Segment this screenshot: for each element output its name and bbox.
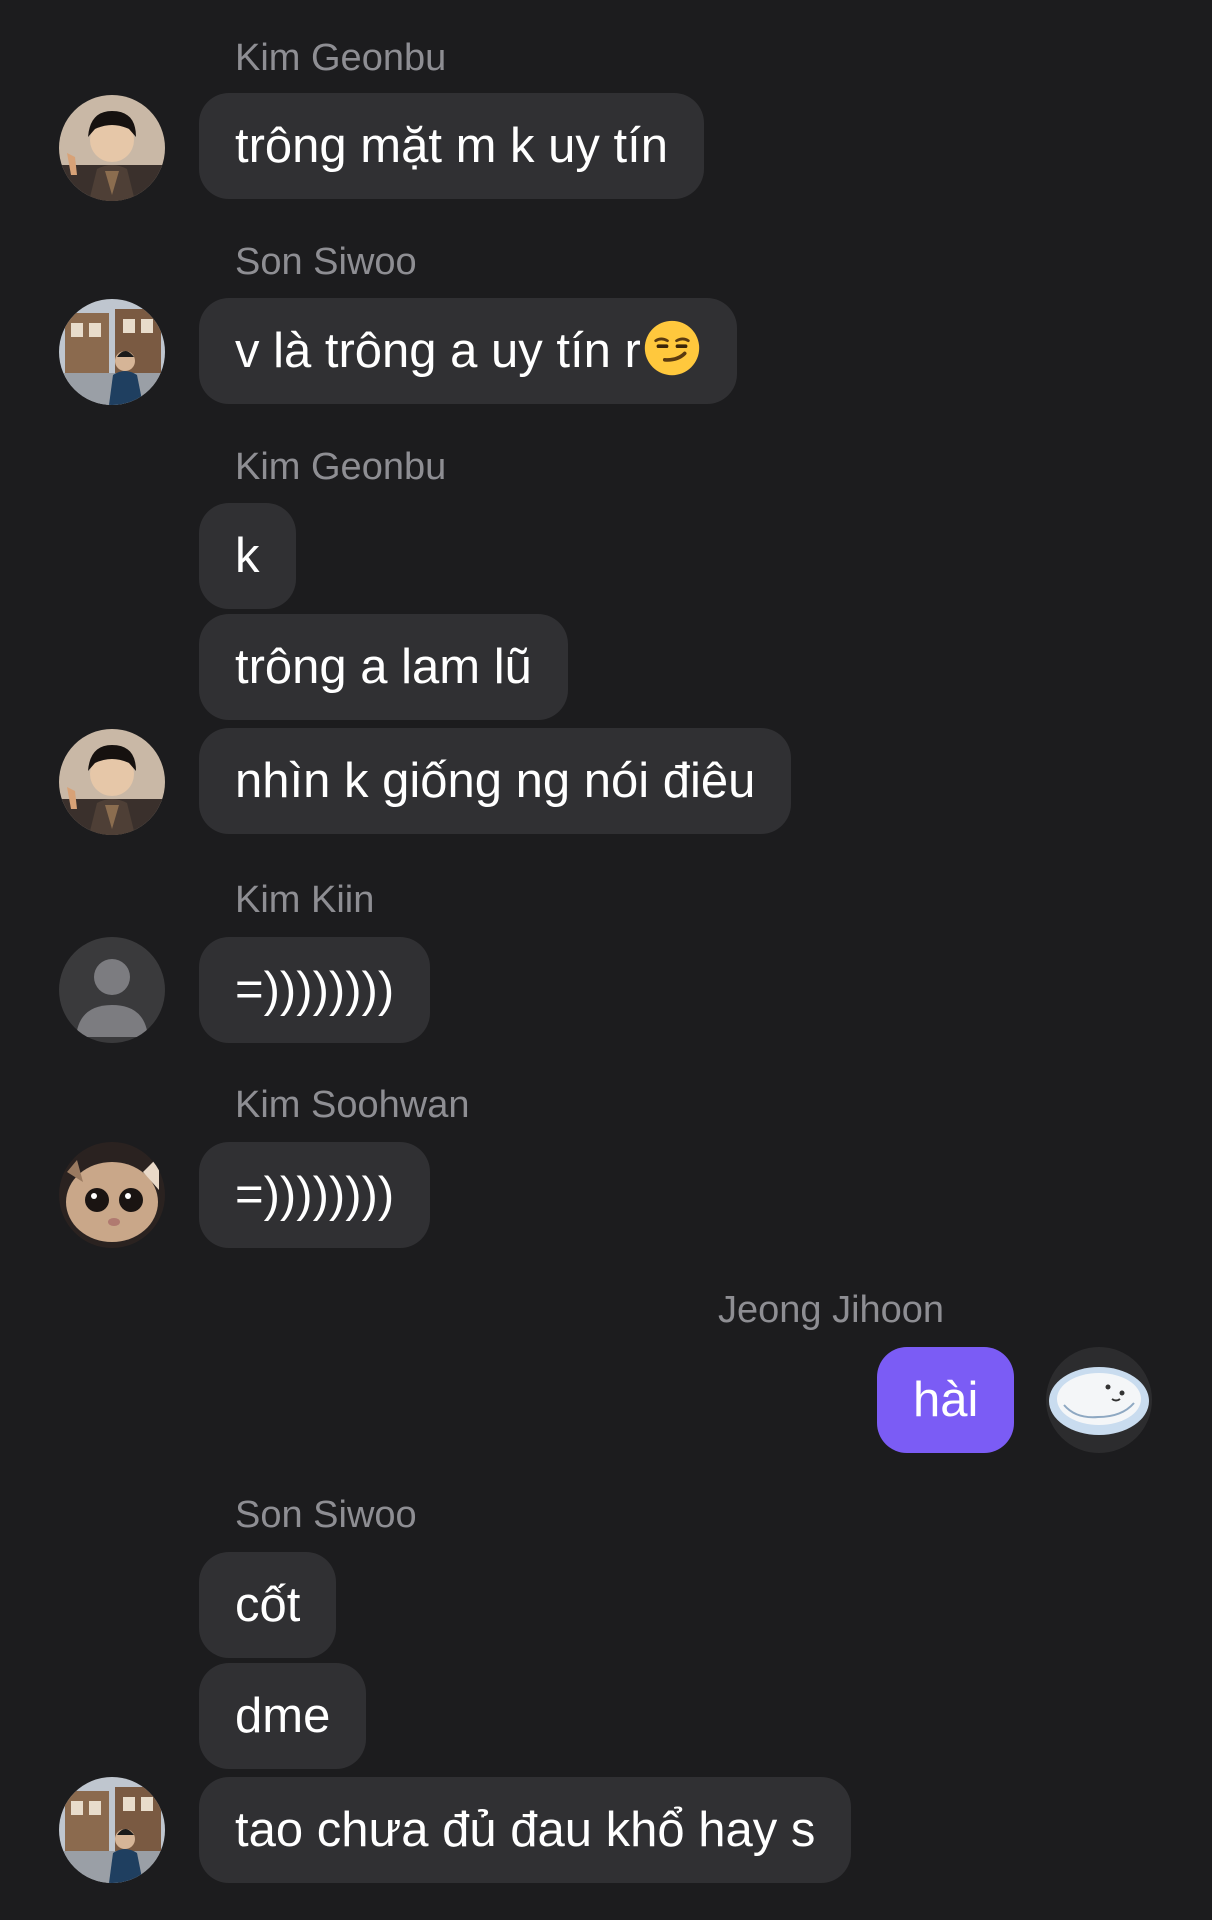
message-bubble[interactable]: =))))))))	[199, 937, 431, 1043]
sender-name: Jeong Jihoon	[718, 1289, 945, 1331]
sender-name: Son Siwoo	[235, 1494, 417, 1536]
avatar-kim-geonbu[interactable]	[59, 729, 165, 835]
photo-man-street-icon	[59, 1777, 165, 1883]
avatar-kim-geonbu[interactable]	[59, 95, 165, 201]
sender-name: Kim Geonbu	[235, 37, 447, 79]
sender-name: Kim Kiin	[235, 879, 375, 921]
photo-cartoon-blob-icon	[1046, 1347, 1152, 1453]
avatar-kim-soohwan[interactable]	[59, 1142, 165, 1248]
message-bubble[interactable]: =))))))))	[199, 1142, 431, 1248]
message-bubble[interactable]: v là trông a uy tín r	[199, 298, 737, 404]
sender-name: Kim Soohwan	[235, 1084, 470, 1126]
message-bubble[interactable]: cốt	[199, 1552, 337, 1658]
avatar-kim-kiin[interactable]	[59, 937, 165, 1043]
message-bubble[interactable]: tao chưa đủ đau khổ hay s	[199, 1777, 852, 1883]
message-bubble[interactable]: dme	[199, 1663, 367, 1769]
sender-name: Son Siwoo	[235, 241, 417, 283]
message-bubble[interactable]: trông mặt m k uy tín	[199, 93, 704, 199]
message-bubble[interactable]: nhìn k giống ng nói điêu	[199, 728, 792, 834]
default-user-icon	[59, 937, 165, 1043]
avatar-son-siwoo[interactable]	[59, 299, 165, 405]
message-bubble[interactable]: k	[199, 503, 296, 609]
smirking-face-icon	[644, 320, 699, 376]
photo-man-black-hair-icon	[59, 729, 165, 835]
avatar-son-siwoo[interactable]	[59, 1777, 165, 1883]
sender-name: Kim Geonbu	[235, 446, 447, 488]
photo-man-street-icon	[59, 299, 165, 405]
message-bubble-outgoing[interactable]: hài	[877, 1347, 1015, 1453]
message-text: v là trông a uy tín r	[235, 324, 641, 378]
photo-cat-icon	[59, 1142, 165, 1248]
message-bubble[interactable]: trông a lam lũ	[199, 614, 568, 720]
avatar-jeong-jihoon[interactable]	[1046, 1347, 1152, 1453]
photo-man-black-hair-icon	[59, 95, 165, 201]
